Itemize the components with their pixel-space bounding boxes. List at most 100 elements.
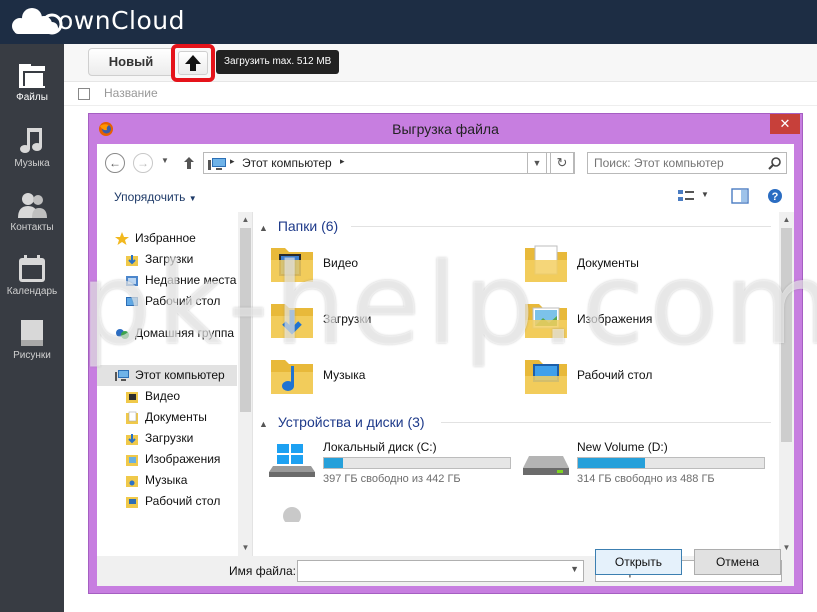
- tree-item-music[interactable]: Музыка: [97, 470, 237, 491]
- forward-arrow-icon: →: [137, 156, 149, 170]
- upload-tooltip: Загрузить max. 512 MB: [216, 50, 340, 74]
- tree-item-downloads[interactable]: Загрузки: [97, 249, 237, 270]
- collapse-icon[interactable]: ▲: [259, 419, 268, 429]
- drive-item-d[interactable]: New Volume (D:) 314 ГБ свободно из 488 Г…: [521, 440, 771, 488]
- open-button[interactable]: Открыть: [595, 549, 682, 575]
- drive-item-c[interactable]: Локальный диск (C:) 397 ГБ свободно из 4…: [267, 440, 517, 488]
- drive-usage-bar: [577, 457, 765, 469]
- folders-group-header[interactable]: ▲ Папки (6): [259, 216, 338, 236]
- homegroup-icon: [116, 329, 129, 339]
- tree-item-downloads-pc[interactable]: Загрузки: [97, 428, 237, 449]
- dialog-title: Выгрузка файла: [392, 121, 499, 137]
- folder-item-downloads[interactable]: Загрузки: [267, 296, 467, 346]
- chevron-down-icon[interactable]: ▼: [570, 564, 579, 574]
- tree-item-label: Загрузки: [145, 431, 194, 445]
- nav-label: Файлы: [16, 92, 48, 103]
- tree-item-video[interactable]: Видео: [97, 386, 237, 407]
- folder-item-music[interactable]: Музыка: [267, 352, 467, 402]
- search-box[interactable]: [587, 152, 787, 174]
- svg-text:?: ?: [772, 191, 779, 203]
- help-icon[interactable]: ?: [767, 188, 783, 204]
- back-button[interactable]: ←: [105, 153, 125, 173]
- drives-group-header[interactable]: ▲ Устройства и диски (3): [259, 412, 425, 432]
- upload-button[interactable]: [178, 51, 208, 75]
- drive-name: New Volume (D:): [577, 440, 668, 454]
- folder-name: Документы: [577, 256, 639, 270]
- file-upload-dialog: Выгрузка файла ✕ ← → ▼ ▸ Этот компьютер …: [88, 113, 803, 594]
- address-dropdown-button[interactable]: ▼: [527, 152, 547, 174]
- documents-folder-icon: [126, 411, 138, 424]
- forward-button[interactable]: →: [133, 153, 153, 173]
- breadcrumb-chevron-icon[interactable]: ▸: [340, 156, 345, 167]
- drive-usage-bar: [323, 457, 511, 469]
- search-icon: [768, 157, 781, 170]
- folder-item-pictures[interactable]: Изображения: [521, 296, 721, 346]
- nav-item-music[interactable]: Музыка: [0, 116, 64, 182]
- collapse-icon[interactable]: ▲: [259, 223, 268, 233]
- address-location[interactable]: Этот компьютер: [242, 156, 332, 170]
- nav-label: Рисунки: [13, 350, 51, 361]
- filename-input[interactable]: ▼: [297, 560, 584, 582]
- drive-usage-fill: [324, 458, 343, 468]
- tree-item-documents[interactable]: Документы: [97, 407, 237, 428]
- hard-drive-icon: [523, 456, 569, 475]
- content-scrollbar[interactable]: ▲ ▼: [779, 212, 794, 556]
- tree-scrollbar[interactable]: ▲ ▼: [238, 212, 252, 556]
- view-dropdown-icon[interactable]: ▼: [701, 190, 709, 199]
- select-all-checkbox[interactable]: [78, 88, 90, 100]
- tree-item-this-pc[interactable]: Этот компьютер: [97, 365, 237, 386]
- video-folder-icon: [126, 392, 138, 403]
- scroll-up-icon[interactable]: ▲: [238, 212, 252, 228]
- tree-item-recent-places[interactable]: Недавние места: [97, 270, 237, 291]
- organize-menu[interactable]: Упорядочить ▼: [114, 190, 197, 204]
- up-arrow-icon[interactable]: [183, 156, 195, 170]
- chevron-down-icon: ▼: [188, 194, 197, 203]
- close-button[interactable]: ✕: [770, 114, 800, 134]
- tree-item-favorites[interactable]: Избранное: [97, 228, 237, 249]
- organize-label: Упорядочить: [114, 190, 186, 204]
- preview-pane-icon[interactable]: [731, 188, 749, 204]
- tree-item-label: Изображения: [145, 452, 221, 466]
- address-bar-row: ← → ▼ ▸ Этот компьютер ▸ ▼ ↻ Поиск: Этот…: [97, 144, 794, 182]
- recent-locations-icon[interactable]: ▼: [161, 156, 169, 165]
- drive-usage-fill: [578, 458, 645, 468]
- tree-item-desktop-pc[interactable]: Рабочий стол: [97, 491, 237, 512]
- refresh-button[interactable]: ↻: [550, 152, 574, 174]
- tree-item-label: Рабочий стол: [145, 294, 221, 308]
- folder-item-documents[interactable]: Документы: [521, 240, 721, 290]
- tree-item-pictures[interactable]: Изображения: [97, 449, 237, 470]
- tree-item-desktop[interactable]: Рабочий стол: [97, 291, 237, 312]
- files-controls: Новый Загрузить max. 512 MB: [64, 44, 817, 82]
- breadcrumb-separator-icon: ▸: [230, 156, 235, 166]
- back-arrow-icon: ←: [109, 156, 121, 170]
- tree-item-label: Музыка: [145, 473, 188, 487]
- windows-drive-icon: [269, 444, 315, 477]
- filename-label: Имя файла:: [229, 564, 296, 578]
- folder-item-desktop[interactable]: Рабочий стол: [521, 352, 721, 402]
- star-icon: [115, 232, 129, 245]
- dialog-body: ← → ▼ ▸ Этот компьютер ▸ ▼ ↻ Поиск: Этот…: [97, 144, 794, 586]
- scroll-up-icon[interactable]: ▲: [779, 212, 794, 228]
- content-pane: ▲ Папки (6) Видео Документы Загрузки Изо…: [255, 212, 794, 556]
- tree-item-homegroup[interactable]: Домашняя группа: [97, 323, 237, 344]
- drive-name: Локальный диск (C:): [323, 440, 437, 454]
- folder-item-video[interactable]: Видео: [267, 240, 467, 290]
- column-name-header[interactable]: Название: [104, 86, 158, 100]
- nav-item-calendar[interactable]: Календарь: [0, 244, 64, 310]
- new-button[interactable]: Новый: [88, 48, 174, 76]
- nav-item-contacts[interactable]: Контакты: [0, 180, 64, 246]
- app-header: ownCloud: [0, 0, 817, 44]
- search-input[interactable]: [588, 153, 763, 173]
- scroll-down-icon[interactable]: ▼: [779, 540, 794, 556]
- scroll-down-icon[interactable]: ▼: [238, 540, 252, 556]
- cancel-button[interactable]: Отмена: [694, 549, 781, 575]
- address-box[interactable]: ▸ Этот компьютер ▸: [203, 152, 575, 174]
- logo-text: ownCloud: [58, 6, 185, 35]
- tree-scroll-thumb[interactable]: [240, 228, 251, 412]
- downloads-folder-icon: [126, 434, 138, 445]
- view-options-icon[interactable]: [677, 188, 695, 204]
- nav-item-pictures[interactable]: Рисунки: [0, 308, 64, 374]
- content-scroll-thumb[interactable]: [781, 228, 792, 442]
- tree-item-label: Рабочий стол: [145, 494, 221, 508]
- nav-item-files[interactable]: Файлы: [0, 52, 64, 118]
